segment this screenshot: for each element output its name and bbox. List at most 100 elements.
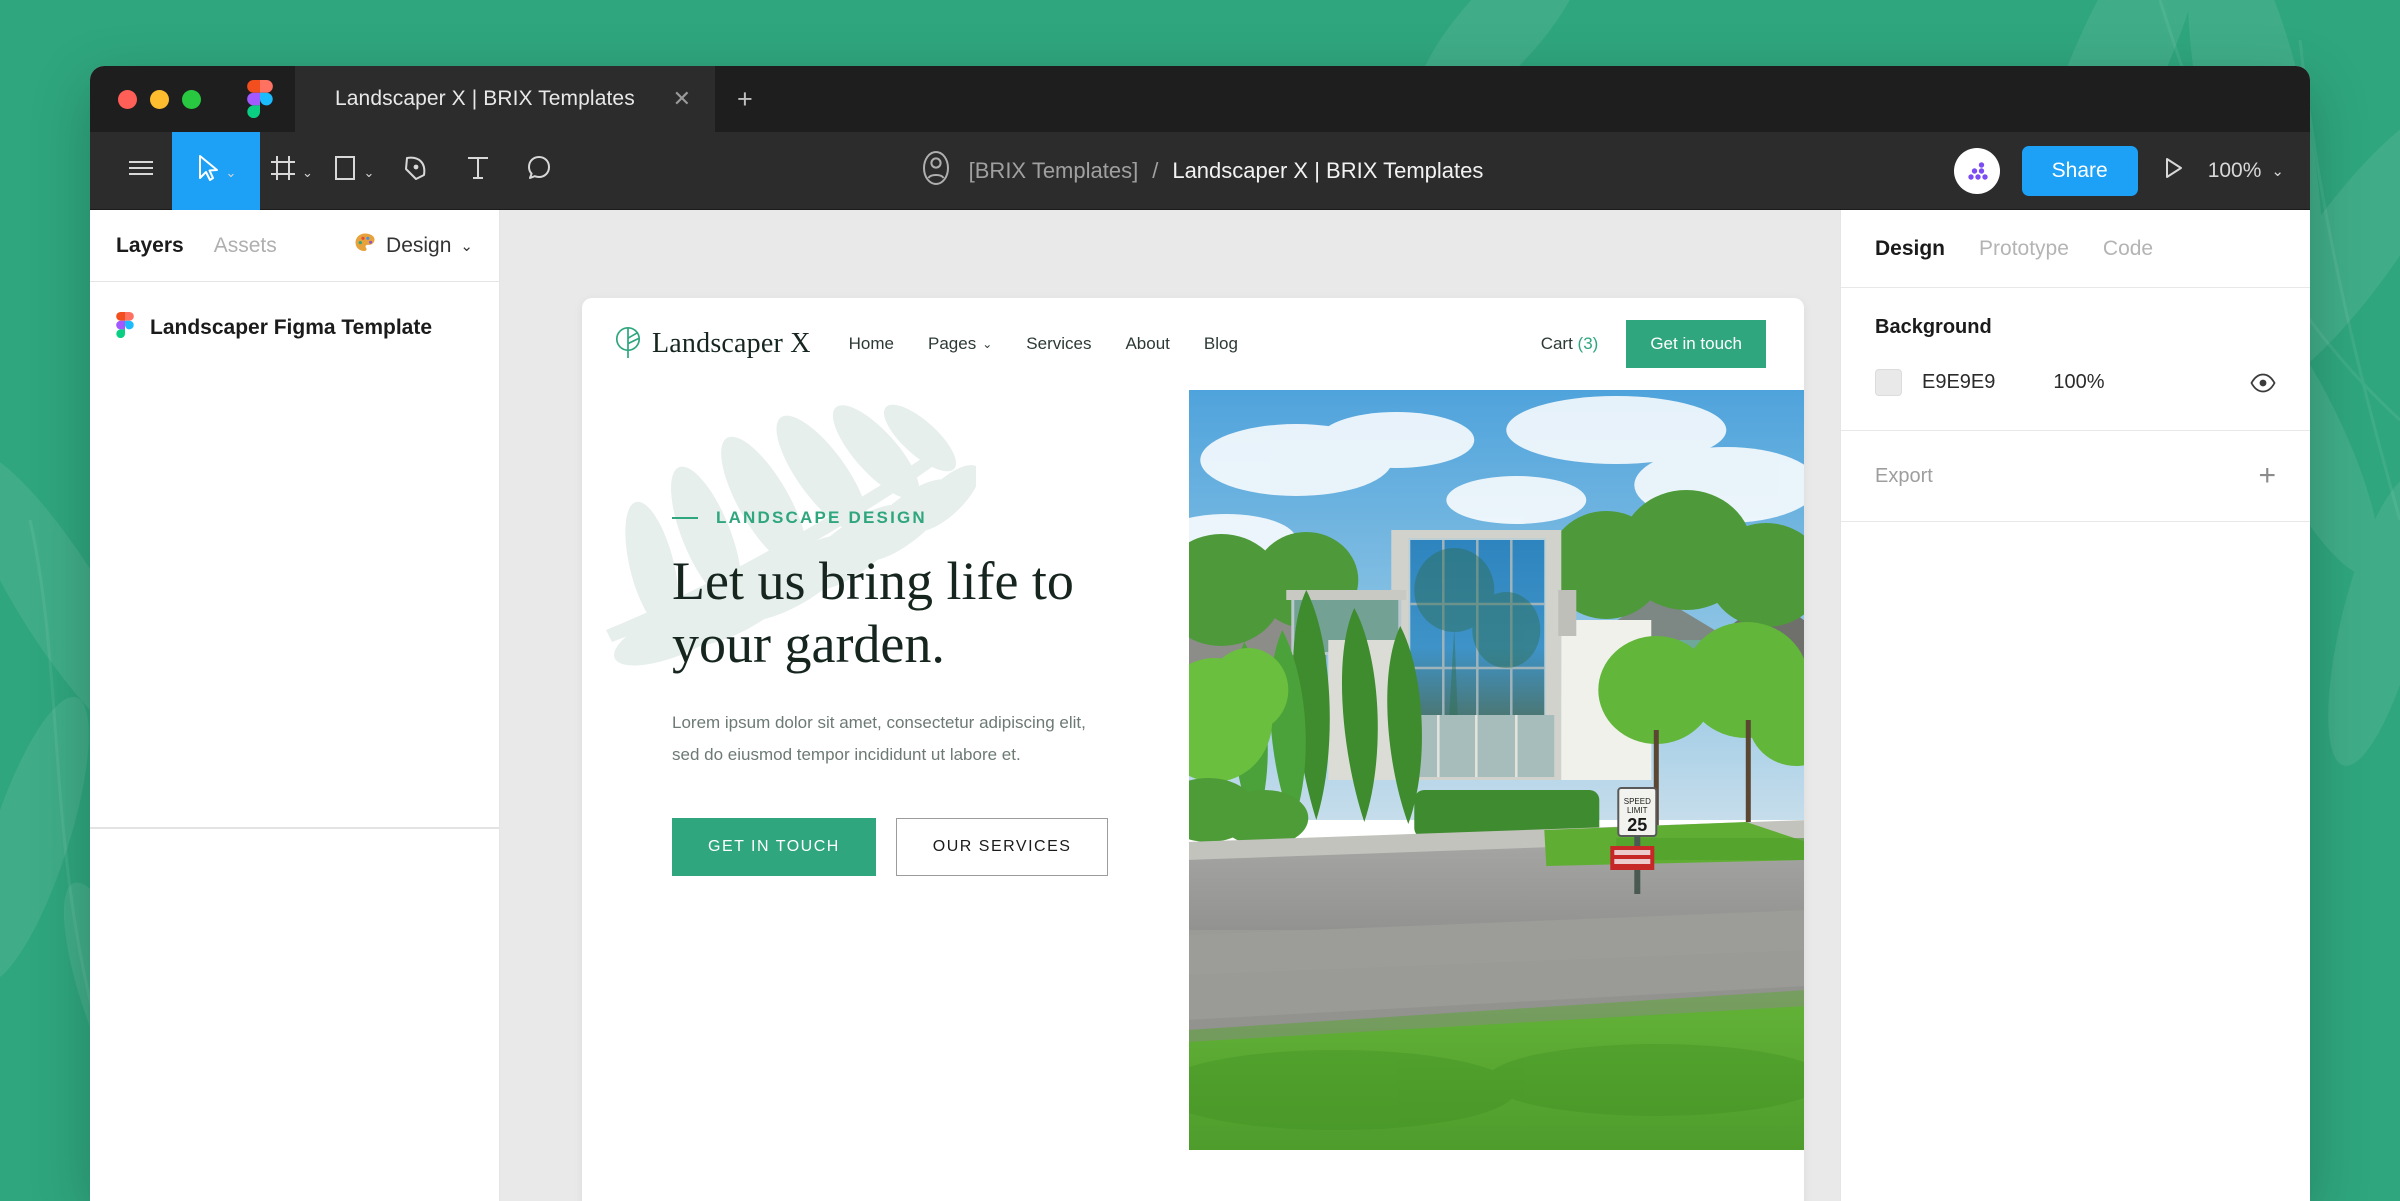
our-services-button[interactable]: OUR SERVICES: [895, 818, 1109, 877]
hero-image-container: SPEED LIMIT 25: [1189, 390, 1804, 1150]
chevron-down-icon[interactable]: ⌄: [226, 166, 237, 179]
frame-tool-button[interactable]: ⌄: [260, 132, 323, 210]
svg-text:LIMIT: LIMIT: [1627, 806, 1648, 815]
file-tab-label: Landscaper X | BRIX Templates: [335, 87, 635, 110]
shape-tool-button[interactable]: ⌄: [323, 132, 385, 210]
chevron-down-icon[interactable]: ⌄: [363, 166, 374, 179]
export-section-title: Export: [1875, 464, 1933, 487]
background-section-title: Background: [1875, 316, 1992, 338]
cursor-icon: [196, 154, 220, 187]
window-titlebar: Landscaper X | BRIX Templates ✕ +: [90, 66, 2310, 132]
site-menu: Home Pages ⌄ Services About Blog: [849, 334, 1238, 354]
toolbar-right-group: Share 100% ⌄: [1953, 145, 2284, 196]
layer-list: Landscaper Figma Template: [90, 282, 499, 355]
hero-subtitle: Lorem ipsum dolor sit amet, consectetur …: [672, 713, 1086, 764]
figma-logo-icon: [247, 80, 273, 118]
tab-prototype[interactable]: Prototype: [1979, 237, 2069, 261]
hero-cta-group: GET IN TOUCH OUR SERVICES: [672, 818, 1189, 877]
design-switcher[interactable]: Design ⌄: [353, 231, 473, 261]
new-tab-button[interactable]: +: [715, 85, 775, 113]
chevron-down-icon: ⌄: [460, 237, 473, 255]
background-hex-value[interactable]: E9E9E9: [1922, 371, 1995, 394]
play-icon[interactable]: [2160, 155, 2186, 186]
close-icon[interactable]: ✕: [673, 88, 691, 110]
nav-item-pages[interactable]: Pages ⌄: [928, 334, 992, 354]
design-canvas[interactable]: Landscaper X Home Pages ⌄ Services About…: [500, 210, 1840, 1201]
nav-item-services[interactable]: Services: [1026, 334, 1091, 354]
site-navbar: Landscaper X Home Pages ⌄ Services About…: [582, 298, 1804, 390]
share-button[interactable]: Share: [2021, 145, 2138, 196]
frame-icon: [270, 155, 296, 186]
export-section: Export +: [1841, 431, 2310, 522]
pen-tool-button[interactable]: [385, 132, 447, 210]
text-icon: [465, 154, 491, 187]
close-window-button[interactable]: [118, 89, 137, 109]
panel-divider: [90, 827, 499, 829]
text-tool-button[interactable]: [447, 132, 509, 210]
page-frame[interactable]: Landscaper X Home Pages ⌄ Services About…: [582, 298, 1804, 1201]
background-section: Background E9E9E9 100%: [1841, 288, 2310, 431]
avatar[interactable]: [1953, 147, 2000, 194]
move-tool-button[interactable]: ⌄: [172, 131, 260, 210]
hamburger-icon: [126, 156, 156, 185]
nav-item-label: Pages: [928, 334, 977, 353]
background-color-row: E9E9E9 100%: [1875, 369, 2276, 396]
main-menu-button[interactable]: [110, 132, 172, 210]
nav-get-in-touch-button[interactable]: Get in touch: [1626, 320, 1766, 368]
figma-file-icon: [116, 312, 134, 343]
chevron-down-icon: ⌄: [2271, 162, 2284, 180]
tab-layers[interactable]: Layers: [116, 234, 184, 258]
eye-icon[interactable]: [2250, 373, 2276, 393]
user-avatar-icon[interactable]: [917, 149, 955, 192]
hero-eyebrow: LANDSCAPE DESIGN: [672, 508, 1189, 528]
nav-item-label: Services: [1026, 334, 1092, 353]
add-export-button[interactable]: +: [2258, 461, 2276, 491]
svg-text:SPEED: SPEED: [1624, 797, 1651, 806]
background-color-swatch[interactable]: [1875, 369, 1902, 396]
nav-item-label: About: [1125, 334, 1170, 353]
comment-icon: [526, 154, 554, 187]
cart-label: Cart: [1540, 334, 1573, 353]
hero-content: LANDSCAPE DESIGN Let us bring life to yo…: [582, 390, 1189, 1150]
tab-assets[interactable]: Assets: [214, 234, 277, 258]
nav-item-blog[interactable]: Blog: [1204, 334, 1238, 354]
pen-icon: [402, 154, 430, 187]
zoom-level-control[interactable]: 100% ⌄: [2208, 159, 2284, 183]
background-opacity-value[interactable]: 100%: [2053, 371, 2104, 394]
left-panel: Layers Assets Design ⌄ Landscaper Figma …: [90, 210, 500, 1201]
main-toolbar: ⌄ ⌄ ⌄ [BRIX Templates] / Landscaper X | …: [90, 131, 2310, 210]
hero-eyebrow-label: LANDSCAPE DESIGN: [716, 508, 927, 527]
breadcrumb-separator: /: [1152, 157, 1159, 183]
right-panel-tabs: Design Prototype Code: [1841, 210, 2310, 288]
palette-icon: [353, 231, 377, 261]
cart-count: (3): [1577, 334, 1599, 353]
breadcrumb-file-name[interactable]: Landscaper X | BRIX Templates: [1172, 158, 1483, 184]
hero-section: LANDSCAPE DESIGN Let us bring life to yo…: [582, 390, 1804, 1150]
nav-item-home[interactable]: Home: [849, 334, 894, 354]
breadcrumb-team[interactable]: [BRIX Templates]: [969, 158, 1139, 184]
maximize-window-button[interactable]: [182, 89, 201, 109]
get-in-touch-button[interactable]: GET IN TOUCH: [672, 818, 876, 877]
hero-title: Let us bring life to your garden.: [672, 551, 1074, 674]
comment-tool-button[interactable]: [509, 132, 571, 210]
tab-code[interactable]: Code: [2103, 237, 2153, 261]
list-item[interactable]: Landscaper Figma Template: [90, 300, 499, 355]
leaf-circle-icon: [614, 325, 642, 364]
site-logo[interactable]: Landscaper X: [614, 325, 811, 364]
rectangle-icon: [333, 154, 357, 187]
tab-design[interactable]: Design: [1875, 237, 1945, 261]
nav-item-label: Home: [848, 334, 895, 353]
right-panel: Design Prototype Code Background E9E9E9 …: [1840, 210, 2310, 1201]
tab-strip: Landscaper X | BRIX Templates ✕ +: [295, 66, 775, 132]
nav-item-about[interactable]: About: [1125, 334, 1169, 354]
svg-text:25: 25: [1628, 815, 1648, 835]
chevron-down-icon[interactable]: ⌄: [302, 166, 313, 179]
cart-link[interactable]: Cart (3): [1541, 334, 1599, 354]
site-logo-text: Landscaper X: [652, 328, 811, 359]
hero-photo: SPEED LIMIT 25: [1189, 390, 1804, 1150]
chevron-down-icon: ⌄: [982, 337, 993, 351]
minimize-window-button[interactable]: [150, 89, 169, 109]
file-tab[interactable]: Landscaper X | BRIX Templates ✕: [295, 66, 715, 132]
workspace: Layers Assets Design ⌄ Landscaper Figma …: [90, 210, 2310, 1201]
figma-app-window: Landscaper X | BRIX Templates ✕ + ⌄ ⌄ ⌄ …: [90, 66, 2310, 1201]
